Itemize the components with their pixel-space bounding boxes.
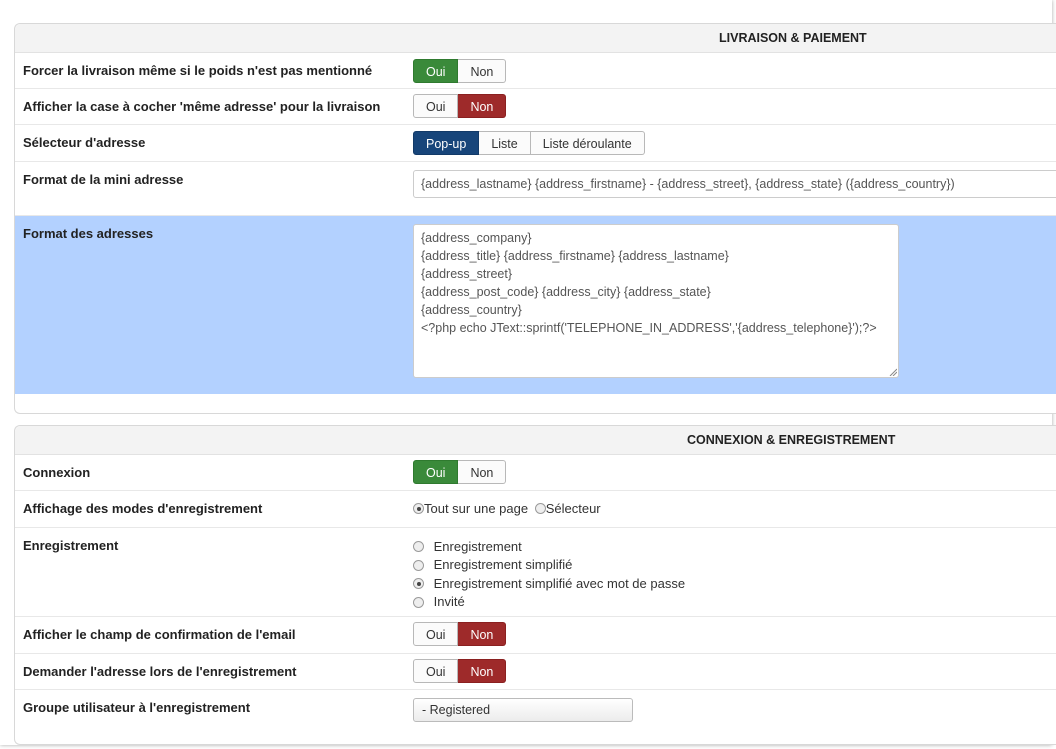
address-selector-group: Pop-up Liste Liste déroulante bbox=[413, 131, 645, 155]
row-mini-address-format: Format de la mini adresse {address_lastn… bbox=[15, 162, 1056, 216]
label-registration: Enregistrement bbox=[23, 538, 119, 553]
label-address-selector: Sélecteur d'adresse bbox=[23, 135, 146, 150]
address-format-line: {address_company} bbox=[421, 231, 532, 245]
row-address-format: Format des adresses {address_company} {a… bbox=[15, 216, 1056, 394]
row-registration-display: Affichage des modes d'enregistrement Tou… bbox=[15, 491, 1056, 528]
force-shipping-no-button[interactable]: Non bbox=[458, 59, 507, 83]
email-confirm-no-button[interactable]: Non bbox=[458, 622, 507, 646]
label-force-shipping: Forcer la livraison même si le poids n'e… bbox=[23, 63, 373, 78]
radio-all-on-one-page[interactable] bbox=[413, 503, 424, 515]
radio-label: Invité bbox=[433, 594, 465, 610]
address-format-line: {address_country} bbox=[421, 303, 522, 317]
address-format-line: {address_street} bbox=[421, 267, 513, 281]
label-email-confirm: Afficher le champ de confirmation de l'e… bbox=[23, 627, 296, 642]
radio-simplified-with-password[interactable] bbox=[413, 578, 424, 590]
radio-simplified-registration[interactable] bbox=[413, 559, 424, 571]
row-force-shipping: Forcer la livraison même si le poids n'e… bbox=[15, 53, 1056, 89]
section-title-livraison: LIVRAISON & PAIEMENT bbox=[15, 24, 1056, 53]
address-selector-list-button[interactable]: Liste bbox=[479, 131, 531, 155]
login-no-button[interactable]: Non bbox=[458, 460, 507, 484]
login-yes-button[interactable]: Oui bbox=[413, 460, 459, 484]
radio-label: Sélecteur bbox=[545, 501, 601, 517]
radio-selector[interactable] bbox=[534, 503, 546, 515]
registration-display-radios: Tout sur une page Sélecteur bbox=[413, 500, 601, 516]
row-login: Connexion Oui Non bbox=[15, 455, 1056, 491]
radio-registration[interactable] bbox=[413, 541, 424, 553]
label-login: Connexion bbox=[23, 465, 91, 480]
force-shipping-yes-button[interactable]: Oui bbox=[413, 59, 459, 83]
address-selector-popup-button[interactable]: Pop-up bbox=[413, 131, 480, 155]
row-user-group: Groupe utilisateur à l'enregistrement - … bbox=[15, 690, 1056, 734]
mini-address-format-input[interactable]: {address_lastname} {address_firstname} -… bbox=[413, 170, 1056, 198]
address-format-textarea[interactable]: {address_company} {address_title} {addre… bbox=[413, 224, 899, 378]
panel-livraison-paiement: LIVRAISON & PAIEMENT Forcer la livraison… bbox=[14, 23, 1056, 414]
radio-label: Enregistrement simplifié avec mot de pas… bbox=[433, 575, 686, 591]
ask-address-yes-button[interactable]: Oui bbox=[413, 659, 459, 683]
registration-radios: Enregistrement Enregistrement simplifié … bbox=[413, 537, 685, 611]
radio-label: Tout sur une page bbox=[424, 501, 529, 517]
radio-label: Enregistrement bbox=[433, 538, 522, 554]
label-user-group: Groupe utilisateur à l'enregistrement bbox=[23, 700, 251, 715]
toggle-force-shipping: Oui Non bbox=[413, 59, 507, 83]
label-registration-display: Affichage des modes d'enregistrement bbox=[23, 501, 263, 516]
same-address-no-button[interactable]: Non bbox=[458, 94, 507, 118]
toggle-login: Oui Non bbox=[413, 460, 507, 484]
toggle-email-confirm: Oui Non bbox=[413, 622, 507, 646]
email-confirm-yes-button[interactable]: Oui bbox=[413, 622, 459, 646]
same-address-yes-button[interactable]: Oui bbox=[413, 94, 459, 118]
radio-label: Enregistrement simplifié bbox=[433, 557, 573, 573]
section-title-connexion: CONNEXION & ENREGISTREMENT bbox=[15, 426, 1056, 455]
address-format-line: {address_title} {address_firstname} {add… bbox=[421, 249, 729, 263]
label-mini-address-format: Format de la mini adresse bbox=[23, 172, 184, 187]
ask-address-no-button[interactable]: Non bbox=[458, 659, 507, 683]
radio-guest[interactable] bbox=[413, 596, 424, 608]
label-ask-address: Demander l'adresse lors de l'enregistrem… bbox=[23, 664, 297, 679]
user-group-select[interactable]: - Registered bbox=[413, 698, 633, 722]
resize-grip-icon[interactable] bbox=[889, 368, 897, 376]
row-email-confirm: Afficher le champ de confirmation de l'e… bbox=[15, 617, 1056, 654]
address-selector-dropdown-button[interactable]: Liste déroulante bbox=[530, 131, 645, 155]
toggle-ask-address: Oui Non bbox=[413, 659, 507, 683]
row-ask-address: Demander l'adresse lors de l'enregistrem… bbox=[15, 654, 1056, 690]
toggle-same-address: Oui Non bbox=[413, 94, 507, 118]
address-format-line: {address_post_code} {address_city} {addr… bbox=[421, 285, 711, 299]
label-address-format: Format des adresses bbox=[23, 226, 154, 241]
row-address-selector: Sélecteur d'adresse Pop-up Liste Liste d… bbox=[15, 125, 1056, 162]
label-same-address: Afficher la case à cocher 'même adresse'… bbox=[23, 99, 381, 114]
panel-connexion-enregistrement: CONNEXION & ENREGISTREMENT Connexion Oui… bbox=[14, 425, 1056, 745]
address-format-line: <?php echo JText::sprintf('TELEPHONE_IN_… bbox=[421, 321, 877, 335]
row-registration: Enregistrement Enregistrement Enregistre… bbox=[15, 528, 1056, 617]
row-same-address: Afficher la case à cocher 'même adresse'… bbox=[15, 89, 1056, 125]
